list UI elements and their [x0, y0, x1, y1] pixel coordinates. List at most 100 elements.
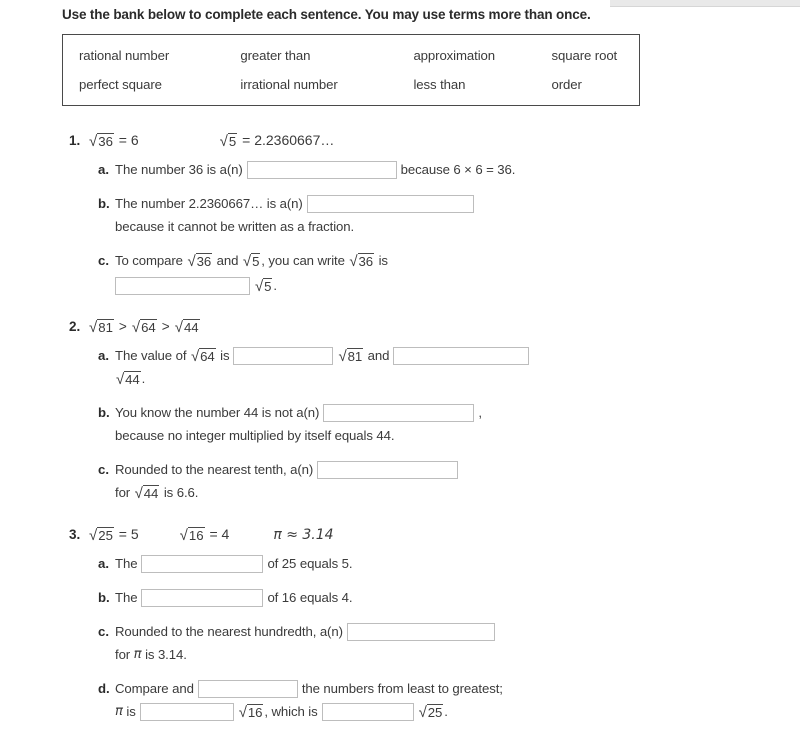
answer-blank[interactable]: [323, 404, 475, 423]
radical-sign-icon: √: [349, 253, 358, 271]
radicand: 64: [199, 348, 216, 365]
expression: √ 5 = 2.2360667…: [219, 132, 335, 149]
part-line: for √ 44 is 6.6.: [115, 483, 462, 504]
text-segment: for: [115, 484, 134, 500]
word-bank-term[interactable]: greater than: [240, 48, 413, 63]
radicand: 25: [97, 526, 114, 543]
radical: √ 5: [220, 133, 238, 149]
question-number: 2.: [69, 318, 81, 334]
radical-sign-icon: √: [242, 253, 252, 271]
text-segment: for: [115, 646, 134, 662]
text-before-blank: Rounded to the nearest hundredth, a(n): [115, 623, 343, 639]
radicand: 5: [227, 133, 238, 149]
radical: √ 81: [338, 348, 364, 366]
part-body: The number 2.2360667… is a(n) because it…: [115, 194, 478, 238]
word-bank-term[interactable]: order: [552, 77, 640, 92]
radical: √ 36: [349, 253, 374, 269]
expression-tail: = 4: [205, 525, 230, 542]
radical: √ 16: [239, 704, 264, 720]
question-number: 3.: [69, 526, 81, 542]
radical: √ 5: [255, 278, 273, 295]
word-bank-term[interactable]: irrational number: [240, 77, 413, 92]
answer-blank[interactable]: [233, 347, 334, 366]
question-1-part-b: b. The number 2.2360667… is a(n) because…: [62, 194, 762, 238]
radical: √ 36: [89, 133, 114, 149]
continuation-text: because it cannot be written as a fracti…: [115, 219, 355, 235]
answer-blank[interactable]: [246, 161, 397, 180]
answer-blank[interactable]: [321, 703, 414, 722]
part-line: Rounded to the nearest hundredth, a(n): [115, 622, 499, 643]
question-1-part-c: c. To compare √ 36 and √ 5 , you can wri…: [62, 251, 762, 297]
text-after-blank: of 25 equals 5.: [267, 555, 353, 571]
pi-symbol: π: [133, 646, 142, 662]
radicand: 81: [97, 318, 114, 335]
radical-sign-icon: √: [179, 526, 188, 544]
question-2-part-a: a. The value of √ 64 is √ 81 and √ 44 .: [62, 346, 762, 390]
word-bank-term[interactable]: approximation: [413, 48, 551, 63]
question-3-header: 3. √ 25 = 5 √ 16 = 4 π ≈ 3.14: [62, 526, 762, 543]
question-3: 3. √ 25 = 5 √ 16 = 4 π ≈ 3.14 a. The of …: [62, 526, 762, 723]
radicand: 81: [346, 348, 364, 365]
text-segment: is 6.6.: [160, 484, 199, 500]
instructions-text: Use the bank below to complete each sent…: [62, 7, 591, 22]
radical-sign-icon: √: [89, 133, 98, 150]
question-2: 2. √ 81 > √ 64 > √ 44 a. The value of √ …: [62, 318, 762, 504]
answer-blank[interactable]: [115, 277, 250, 296]
part-line: Rounded to the nearest tenth, a(n): [115, 460, 462, 481]
part-body: The of 16 equals 4.: [115, 588, 353, 609]
question-1: 1. √ 36 = 6 √ 5 = 2.2360667… a. The numb…: [62, 132, 762, 297]
text-segment: is: [375, 253, 388, 269]
radical-sign-icon: √: [174, 318, 183, 336]
part-letter: a.: [98, 555, 109, 571]
question-1-part-a: a. The number 36 is a(n) because 6 × 6 =…: [62, 160, 762, 181]
answer-blank[interactable]: [317, 461, 459, 480]
word-bank-term[interactable]: less than: [413, 77, 551, 92]
worksheet-content: Use the bank below to complete each sent…: [62, 0, 762, 744]
text-after-blank: because 6 × 6 = 36.: [400, 162, 516, 178]
radicand: 5: [263, 278, 273, 295]
radical: √ 44: [116, 371, 141, 387]
part-line: To compare √ 36 and √ 5 , you can write: [115, 251, 388, 272]
word-bank: rational number greater than approximati…: [62, 34, 640, 106]
answer-blank[interactable]: [197, 680, 298, 699]
question-3-part-d: d. Compare and the numbers from least to…: [62, 679, 762, 723]
part-body: The of 25 equals 5.: [115, 554, 353, 575]
question-2-part-c: c. Rounded to the nearest tenth, a(n) fo…: [62, 460, 762, 504]
text-segment: and: [364, 347, 390, 363]
answer-blank[interactable]: [306, 195, 474, 214]
part-line: √ 44 .: [115, 369, 533, 390]
part-line: The of 16 equals 4.: [115, 588, 353, 609]
continuation-text: because no integer multiplied by itself …: [115, 427, 395, 443]
radicand: 44: [124, 371, 141, 388]
radicand: 36: [357, 253, 374, 270]
answer-blank[interactable]: [139, 703, 234, 722]
part-letter: a.: [98, 347, 109, 363]
text-before-blank: The number 2.2360667… is a(n): [115, 196, 303, 212]
question-3-part-b: b. The of 16 equals 4.: [62, 588, 762, 609]
part-line: for π is 3.14.: [115, 645, 499, 666]
part-line: π is √ 16 , which is √ 25 .: [115, 702, 503, 723]
part-body: You know the number 44 is not a(n) , bec…: [115, 403, 482, 447]
answer-blank[interactable]: [141, 555, 264, 574]
answer-blank[interactable]: [141, 589, 264, 608]
answer-blank[interactable]: [393, 347, 530, 366]
radical-sign-icon: √: [418, 704, 427, 722]
word-bank-term[interactable]: rational number: [79, 48, 240, 63]
text-after-blank: ,: [478, 404, 482, 420]
expression: √ 25 = 5: [88, 526, 139, 543]
radical: √ 64: [191, 348, 216, 364]
radical-sign-icon: √: [338, 348, 347, 366]
radical-sign-icon: √: [89, 318, 98, 336]
word-bank-row: perfect square irrational number less th…: [79, 77, 639, 92]
word-bank-term[interactable]: perfect square: [79, 77, 240, 92]
text-segment: .: [273, 278, 277, 294]
comparison-operator: >: [118, 318, 127, 334]
answer-blank[interactable]: [346, 623, 495, 642]
part-letter: b.: [98, 589, 110, 605]
word-bank-row: rational number greater than approximati…: [79, 48, 639, 63]
radicand: 44: [182, 318, 200, 335]
question-3-part-a: a. The of 25 equals 5.: [62, 554, 762, 575]
radical: √ 36: [187, 253, 213, 269]
text-after-blank: of 16 equals 4.: [267, 589, 353, 605]
word-bank-term[interactable]: square root: [552, 48, 640, 63]
